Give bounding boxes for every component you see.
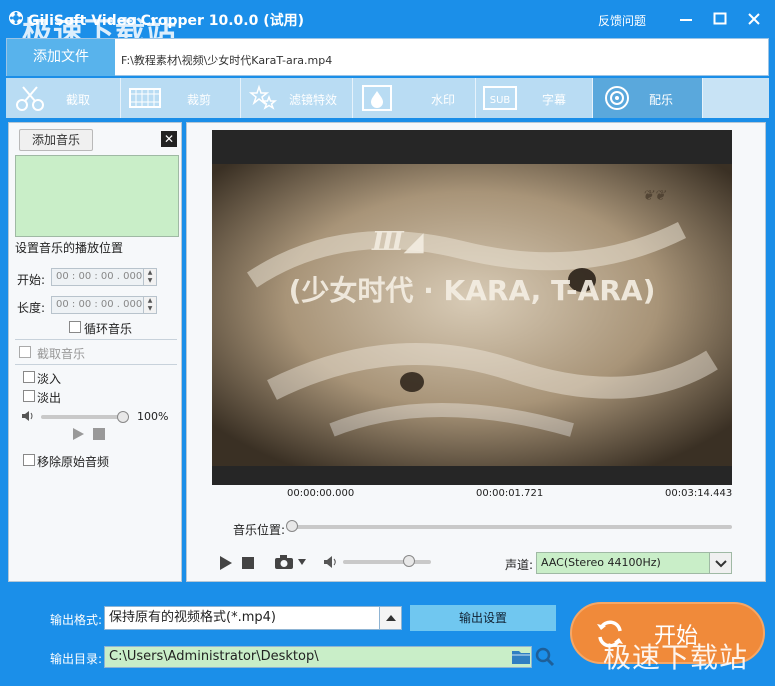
volume-icon bbox=[22, 411, 33, 421]
droplet-icon bbox=[362, 85, 392, 111]
channel-value: AAC(Stereo 44100Hz) bbox=[541, 556, 661, 569]
chevron-down-icon[interactable] bbox=[709, 553, 731, 573]
video-preview[interactable]: (少女时代 · KARA, T-ARA) Ⅲ◢ ❦❦ bbox=[212, 130, 732, 485]
close-icon[interactable] bbox=[744, 9, 764, 29]
tab-subtitle[interactable]: SUB 字幕 bbox=[476, 78, 593, 118]
crop-icon bbox=[129, 88, 161, 108]
start-time-stepper[interactable]: ▲ ▼ bbox=[143, 268, 157, 286]
video-overlay-text: (少女时代 · KARA, T-ARA) bbox=[289, 274, 656, 307]
tab-effects[interactable]: 滤镜特效 bbox=[241, 78, 353, 118]
play-icon[interactable] bbox=[219, 555, 233, 571]
music-disc-icon bbox=[605, 86, 629, 110]
stop-music-icon[interactable] bbox=[93, 428, 105, 440]
output-format-value: 保持原有的视频格式(*.mp4) bbox=[109, 610, 276, 625]
svg-text:Ⅲ◢: Ⅲ◢ bbox=[371, 227, 424, 257]
output-format-label: 输出格式: bbox=[50, 613, 103, 627]
add-file-button[interactable]: 添加文件 bbox=[7, 39, 115, 76]
channel-label: 声道: bbox=[505, 558, 534, 572]
tab-effects-label: 滤镜特效 bbox=[289, 93, 338, 107]
timeline-start-time: 00:00:00.000 bbox=[287, 488, 355, 499]
svg-text:❦❦: ❦❦ bbox=[642, 188, 667, 204]
fade-out-label: 淡出 bbox=[37, 391, 62, 405]
tab-watermark[interactable]: 水印 bbox=[353, 78, 476, 118]
output-footer: 输出格式: 保持原有的视频格式(*.mp4) 输出设置 输出目录: C:\Use… bbox=[0, 590, 775, 686]
music-position-knob[interactable] bbox=[286, 520, 298, 532]
fade-in-label: 淡入 bbox=[37, 372, 62, 386]
add-music-button[interactable]: 添加音乐 bbox=[19, 129, 93, 151]
title-bar: GiliSoft Video Cropper 10.0.0 (试用) 极速下载站… bbox=[0, 0, 775, 51]
stars-icon bbox=[248, 84, 278, 110]
music-volume-slider[interactable] bbox=[41, 415, 125, 419]
start-label: 开始: bbox=[17, 273, 46, 287]
chevron-up-icon[interactable] bbox=[379, 607, 401, 629]
tab-trim-label: 截取 bbox=[66, 93, 91, 107]
feature-tabs: 截取 裁剪 滤镜特效 水印 SUB 字幕 配乐 bbox=[6, 78, 769, 118]
divider bbox=[15, 364, 177, 365]
set-position-label: 设置音乐的播放位置 bbox=[15, 241, 124, 255]
music-panel: 添加音乐 ✕ 设置音乐的播放位置 开始: 00 : 00 : 00 . 000 … bbox=[8, 122, 182, 582]
start-time-field[interactable]: 00 : 00 : 00 . 000 bbox=[51, 268, 147, 286]
timeline-end-time: 00:03:14.443 bbox=[665, 488, 733, 499]
music-volume-knob[interactable] bbox=[117, 411, 129, 423]
feedback-link[interactable]: 反馈问题 bbox=[598, 12, 646, 29]
file-path: F:\教程素材\视频\少女时代KaraT-ara.mp4 bbox=[121, 54, 333, 67]
music-volume-percent: 100% bbox=[137, 410, 169, 423]
volume-icon[interactable] bbox=[323, 554, 339, 570]
scissors-icon bbox=[16, 86, 44, 111]
trim-music-label: 截取音乐 bbox=[37, 347, 86, 361]
tab-trim[interactable]: 截取 bbox=[6, 78, 121, 118]
minimize-icon[interactable] bbox=[676, 9, 696, 29]
loop-music-checkbox[interactable] bbox=[69, 321, 81, 333]
length-time-stepper[interactable]: ▲ ▼ bbox=[143, 296, 157, 314]
folder-icon[interactable] bbox=[511, 648, 531, 666]
output-dir-label: 输出目录: bbox=[50, 652, 103, 666]
output-settings-button[interactable]: 输出设置 bbox=[410, 605, 556, 631]
fade-out-checkbox[interactable] bbox=[23, 390, 35, 402]
tab-crop-label: 裁剪 bbox=[187, 93, 212, 107]
svg-text:SUB: SUB bbox=[490, 95, 511, 106]
tab-crop[interactable]: 裁剪 bbox=[121, 78, 241, 118]
player-panel: (少女时代 · KARA, T-ARA) Ⅲ◢ ❦❦ 00:00:00.000 … bbox=[186, 122, 766, 582]
video-frame-image: (少女时代 · KARA, T-ARA) Ⅲ◢ ❦❦ bbox=[212, 130, 732, 485]
loop-music-label: 循环音乐 bbox=[84, 322, 133, 336]
tab-subtitle-label: 字幕 bbox=[542, 93, 567, 107]
file-bar: 添加文件 F:\教程素材\视频\少女时代KaraT-ara.mp4 bbox=[6, 38, 769, 76]
length-label: 长度: bbox=[17, 301, 46, 315]
player-volume-slider[interactable] bbox=[343, 560, 431, 564]
chevron-down-icon[interactable] bbox=[297, 557, 307, 567]
output-format-select[interactable]: 保持原有的视频格式(*.mp4) bbox=[104, 606, 402, 630]
camera-icon[interactable] bbox=[274, 554, 294, 570]
maximize-icon[interactable] bbox=[710, 9, 730, 29]
divider bbox=[15, 339, 177, 340]
fade-in-checkbox[interactable] bbox=[23, 371, 35, 383]
trim-music-checkbox[interactable] bbox=[19, 346, 31, 358]
play-music-icon[interactable] bbox=[71, 427, 85, 441]
timeline-current-time: 00:00:01.721 bbox=[476, 488, 544, 499]
remove-music-button[interactable]: ✕ bbox=[161, 131, 177, 147]
music-position-label: 音乐位置: bbox=[233, 523, 286, 537]
remove-original-audio-label: 移除原始音频 bbox=[37, 455, 110, 469]
channel-select[interactable]: AAC(Stereo 44100Hz) bbox=[536, 552, 732, 574]
stop-icon[interactable] bbox=[242, 557, 254, 569]
tab-watermark-label: 水印 bbox=[431, 93, 456, 107]
tab-music[interactable]: 配乐 bbox=[593, 78, 703, 118]
music-position-slider[interactable] bbox=[292, 525, 732, 529]
search-icon[interactable] bbox=[535, 647, 555, 667]
output-dir-field[interactable]: C:\Users\Administrator\Desktop\ bbox=[104, 646, 532, 668]
player-volume-knob[interactable] bbox=[403, 555, 415, 567]
length-time-field[interactable]: 00 : 00 : 00 . 000 bbox=[51, 296, 147, 314]
remove-original-audio-checkbox[interactable] bbox=[23, 454, 35, 466]
tab-music-label: 配乐 bbox=[649, 93, 674, 107]
music-list[interactable] bbox=[15, 155, 179, 237]
watermark-bottom: 极速下载站 bbox=[603, 641, 749, 674]
subtitle-icon: SUB bbox=[483, 86, 517, 110]
